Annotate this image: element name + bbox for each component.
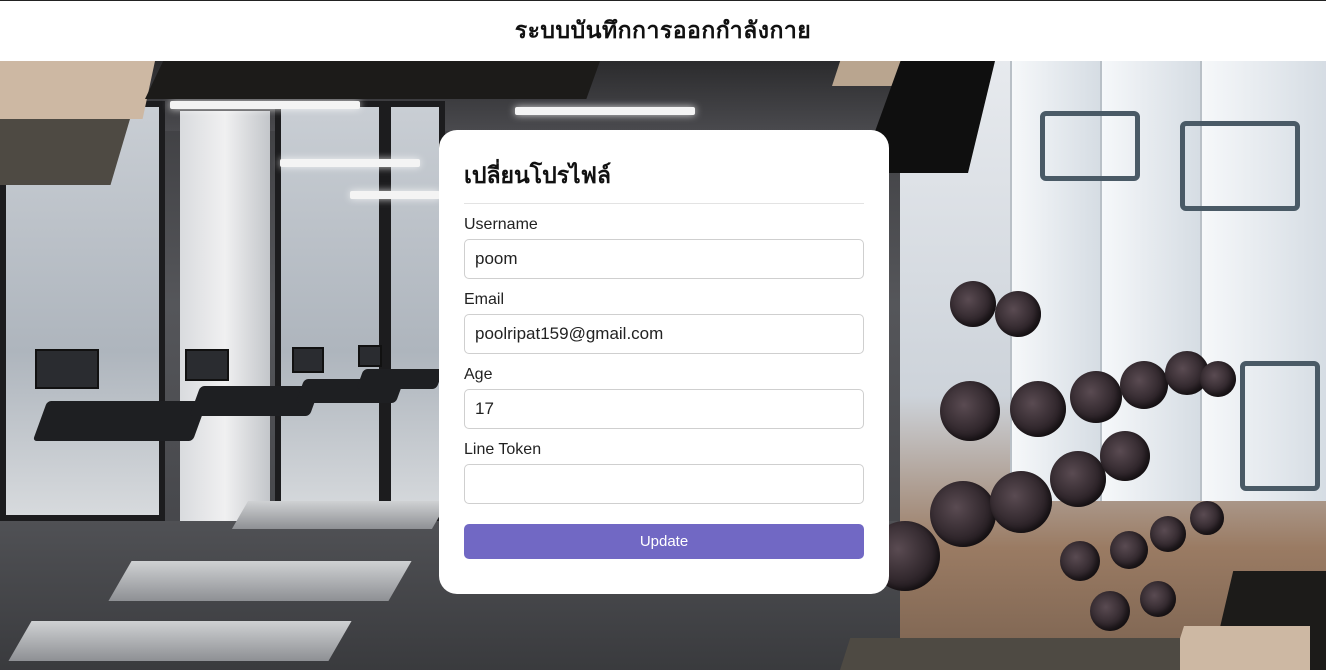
- ceiling-light: [350, 191, 440, 199]
- dumbbell: [1150, 516, 1186, 552]
- age-input[interactable]: [464, 389, 864, 429]
- dark-stripe: [840, 638, 1180, 670]
- dumbbell: [1010, 381, 1066, 437]
- dumbbell: [1060, 541, 1100, 581]
- pillar: [180, 111, 270, 531]
- exercise-bike: [1240, 361, 1320, 491]
- treadmill-belt: [8, 621, 352, 661]
- dark-stripe: [145, 61, 600, 99]
- dumbbell: [1100, 431, 1150, 481]
- treadmill-belt: [231, 501, 449, 529]
- dumbbell: [1070, 371, 1122, 423]
- dumbbell: [1050, 451, 1106, 507]
- age-label: Age: [464, 366, 493, 383]
- dumbbell: [1120, 361, 1168, 409]
- dumbbell: [1090, 591, 1130, 631]
- treadmill: [32, 401, 208, 441]
- profile-card: เปลี่ยนโปรไฟล์ Username Email Age Line T…: [439, 130, 889, 594]
- app-title: ระบบบันทึกการออกกำลังกาย: [514, 18, 812, 44]
- treadmill-screen: [358, 345, 382, 367]
- dumbbell: [940, 381, 1000, 441]
- dumbbell: [1110, 531, 1148, 569]
- email-label: Email: [464, 291, 505, 308]
- line-token-input[interactable]: [464, 464, 864, 504]
- email-input[interactable]: [464, 314, 864, 354]
- exercise-bike: [1180, 121, 1300, 211]
- dumbbell: [995, 291, 1041, 337]
- dumbbell: [1190, 501, 1224, 535]
- page: ระบบบันทึกการออกกำลังกาย เปลี่ยนโปรไฟล์ …: [0, 0, 1326, 670]
- dumbbell: [990, 471, 1052, 533]
- dumbbell: [1140, 581, 1176, 617]
- tan-stripe: [0, 61, 155, 119]
- app-header: ระบบบันทึกการออกกำลังกาย: [0, 0, 1326, 61]
- treadmill: [356, 369, 444, 389]
- update-button[interactable]: Update: [464, 524, 864, 559]
- ceiling-light: [515, 107, 695, 115]
- username-input[interactable]: [464, 239, 864, 279]
- dark-stripe: [0, 119, 130, 185]
- ceiling-light: [280, 159, 420, 167]
- dumbbell: [1200, 361, 1236, 397]
- ceiling-light: [170, 101, 360, 109]
- treadmill-belt: [108, 561, 412, 601]
- exercise-bike: [1040, 111, 1140, 181]
- card-title: เปลี่ยนโปรไฟล์: [464, 163, 612, 189]
- tan-stripe: [1170, 626, 1310, 670]
- dumbbell: [950, 281, 996, 327]
- dumbbell: [930, 481, 996, 547]
- divider: [464, 203, 864, 204]
- username-label: Username: [464, 216, 538, 233]
- treadmill-screen: [35, 349, 99, 389]
- line-token-label: Line Token: [464, 441, 542, 458]
- treadmill-screen: [185, 349, 229, 381]
- treadmill-screen: [292, 347, 324, 373]
